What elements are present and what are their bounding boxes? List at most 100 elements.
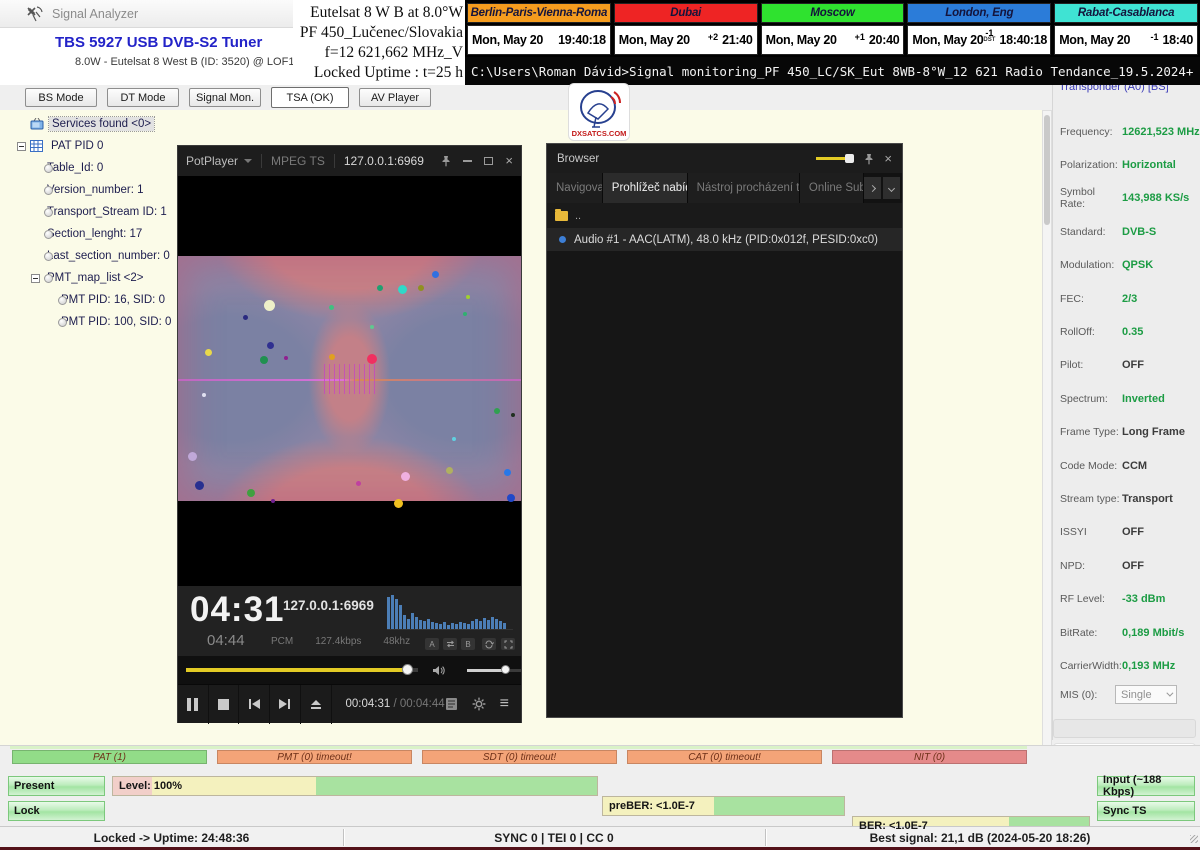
playlist-icon[interactable]	[445, 697, 458, 711]
tree-item-pmt-map-list-2[interactable]: PMT_map_list <2>	[14, 267, 174, 289]
previous-button[interactable]	[239, 685, 270, 724]
tab-bs-mode[interactable]: BS Mode	[25, 88, 97, 107]
tree-item-label: Services found <0>	[49, 117, 154, 131]
video-area[interactable]	[178, 176, 521, 586]
spectrum-bar	[451, 623, 454, 629]
psi-bar-nit-0: NIT (0)	[832, 750, 1027, 764]
close-icon[interactable]: ×	[884, 151, 892, 166]
dot-icon	[44, 164, 53, 173]
menu-icon[interactable]: ≡	[500, 695, 509, 713]
close-icon[interactable]: ×	[505, 156, 513, 166]
tree-item-table-id-0[interactable]: Table_Id: 0	[14, 157, 174, 179]
loop-icon[interactable]	[482, 638, 496, 650]
tab-signal-mon[interactable]: Signal Mon.	[189, 88, 261, 107]
tree-item-pat-pid-0[interactable]: PAT PID 0	[14, 135, 174, 157]
transponder-row-carrierwidth: CarrierWidth:0,193 MHz	[1053, 649, 1200, 682]
browser-titlebar[interactable]: Browser ×	[547, 144, 902, 173]
tree-item-label: PMT PID: 100, SID: 0	[58, 315, 174, 329]
tree-item-transport-stream-id-1[interactable]: Transport_Stream ID: 1	[14, 201, 174, 223]
browser-tab-navigovat[interactable]: Navigovat	[547, 173, 603, 203]
mis-dropdown[interactable]: Single	[1115, 685, 1177, 704]
browser-tab-n-stroj-proch-zen-titulk[interactable]: Nástroj procházení titulků	[688, 173, 800, 203]
transponder-value: 0.35	[1122, 326, 1143, 338]
seek-bar[interactable]	[186, 668, 418, 672]
speaker-icon[interactable]	[432, 665, 445, 676]
potplayer-titlebar[interactable]: PotPlayer MPEG TS 127.0.0.1:6969 ×	[178, 146, 521, 176]
current-time: 00:04:31	[346, 698, 391, 710]
tree-item-services-found-0[interactable]: Services found <0>	[14, 113, 174, 135]
tab-scroll-right-button[interactable]	[864, 177, 881, 199]
tree-item-label: Table_Id: 0	[44, 161, 106, 175]
up-directory[interactable]: ..	[575, 210, 581, 222]
tree-item-pmt-pid-100-sid-0[interactable]: PMT PID: 100, SID: 0	[14, 311, 174, 333]
tree-item-pmt-pid-16-sid-0[interactable]: PMT PID: 16, SID: 0	[14, 289, 174, 311]
video-dot	[418, 285, 424, 291]
tree-item-last-section-number-0[interactable]: Last_section_number: 0	[14, 245, 174, 267]
tree-collapse-icon[interactable]	[17, 142, 26, 151]
seek-thumb[interactable]	[402, 664, 413, 675]
tree-item-section-lenght-17[interactable]: Section_lenght: 17	[14, 223, 174, 245]
clock-utc-offset: +2	[708, 34, 718, 41]
audio-track-item[interactable]: Audio #1 - AAC(LATM), 48.0 kHz (PID:0x01…	[547, 228, 902, 251]
resize-grip[interactable]	[1190, 835, 1198, 843]
spectrum-bar	[395, 599, 398, 629]
browser-tab-prohl-e-nab-dky[interactable]: Prohlížeč nabídky	[603, 173, 688, 203]
video-dot	[284, 356, 288, 360]
tab-tsa-ok[interactable]: TSA (OK)	[271, 87, 349, 108]
tree-item-label: PMT PID: 16, SID: 0	[58, 293, 168, 307]
offset-value: -1	[1150, 34, 1158, 41]
browser-tabs: NavigovatProhlížeč nabídkyNástroj prochá…	[547, 173, 902, 203]
volume-slider[interactable]	[467, 669, 521, 672]
pause-button[interactable]	[178, 685, 209, 724]
video-dot	[504, 469, 511, 476]
clock-city-label: Moscow	[761, 3, 905, 23]
video-dot	[260, 356, 268, 364]
transponder-label: FEC:	[1060, 293, 1122, 305]
tab-list-button[interactable]	[883, 177, 900, 199]
stop-button[interactable]	[209, 685, 240, 724]
tree-item-version-number-1[interactable]: Version_number: 1	[14, 179, 174, 201]
maximize-icon[interactable]	[484, 157, 493, 165]
ab-repeat-a-button[interactable]: A	[425, 638, 439, 650]
volume-thumb[interactable]	[501, 665, 510, 674]
transponder-row-fec: FEC:2/3	[1053, 282, 1200, 315]
ab-repeat-b-button[interactable]: B	[461, 638, 475, 650]
transponder-value: OFF	[1122, 359, 1144, 371]
input-rate-indicator: Input (~188 Kbps)	[1097, 776, 1195, 796]
video-dot	[511, 413, 515, 417]
transponder-label: Code Mode:	[1060, 460, 1122, 472]
tab-dt-mode[interactable]: DT Mode	[107, 88, 179, 107]
clock-dubai: DubaiMon, May 20+221:40	[614, 3, 758, 55]
folder-up-row[interactable]: ..	[547, 203, 902, 228]
dot-icon	[44, 274, 53, 283]
tree-item-label: PMT_map_list <2>	[44, 271, 147, 285]
browser-tab-online-subs[interactable]: Online Subs	[800, 173, 864, 203]
transponder-label: ISSYI	[1060, 526, 1122, 538]
video-dot	[264, 300, 275, 311]
scrollbar-thumb[interactable]	[1044, 115, 1050, 225]
stream-url-display: 127.0.0.1:6969	[283, 598, 374, 613]
browser-volume-slider[interactable]	[816, 157, 854, 160]
eject-button[interactable]	[301, 685, 332, 724]
swap-icon[interactable]	[443, 638, 457, 650]
clock-utc-offset: -1DST	[983, 30, 995, 44]
vertical-scrollbar[interactable]	[1042, 110, 1052, 746]
fullscreen-icon[interactable]	[501, 638, 515, 650]
tab-av-player[interactable]: AV Player	[359, 88, 431, 107]
next-button[interactable]	[270, 685, 301, 724]
pin-icon[interactable]	[864, 153, 874, 165]
tree-collapse-icon[interactable]	[31, 274, 40, 283]
tv-icon	[30, 118, 44, 131]
video-dot	[329, 354, 335, 360]
transponder-row-rf-level: RF Level:-33 dBm	[1053, 582, 1200, 615]
pin-icon[interactable]	[441, 155, 451, 167]
minimize-icon[interactable]	[463, 160, 472, 162]
buffer-strip	[10, 746, 1027, 749]
video-dot	[507, 494, 515, 502]
transponder-row-issyi: ISSYIOFF	[1053, 516, 1200, 549]
potplayer-menu[interactable]: PotPlayer	[186, 154, 238, 168]
video-dot	[494, 408, 500, 414]
video-dot	[367, 354, 377, 364]
satellite-dish-icon	[26, 6, 44, 22]
settings-gear-icon[interactable]	[472, 697, 486, 711]
